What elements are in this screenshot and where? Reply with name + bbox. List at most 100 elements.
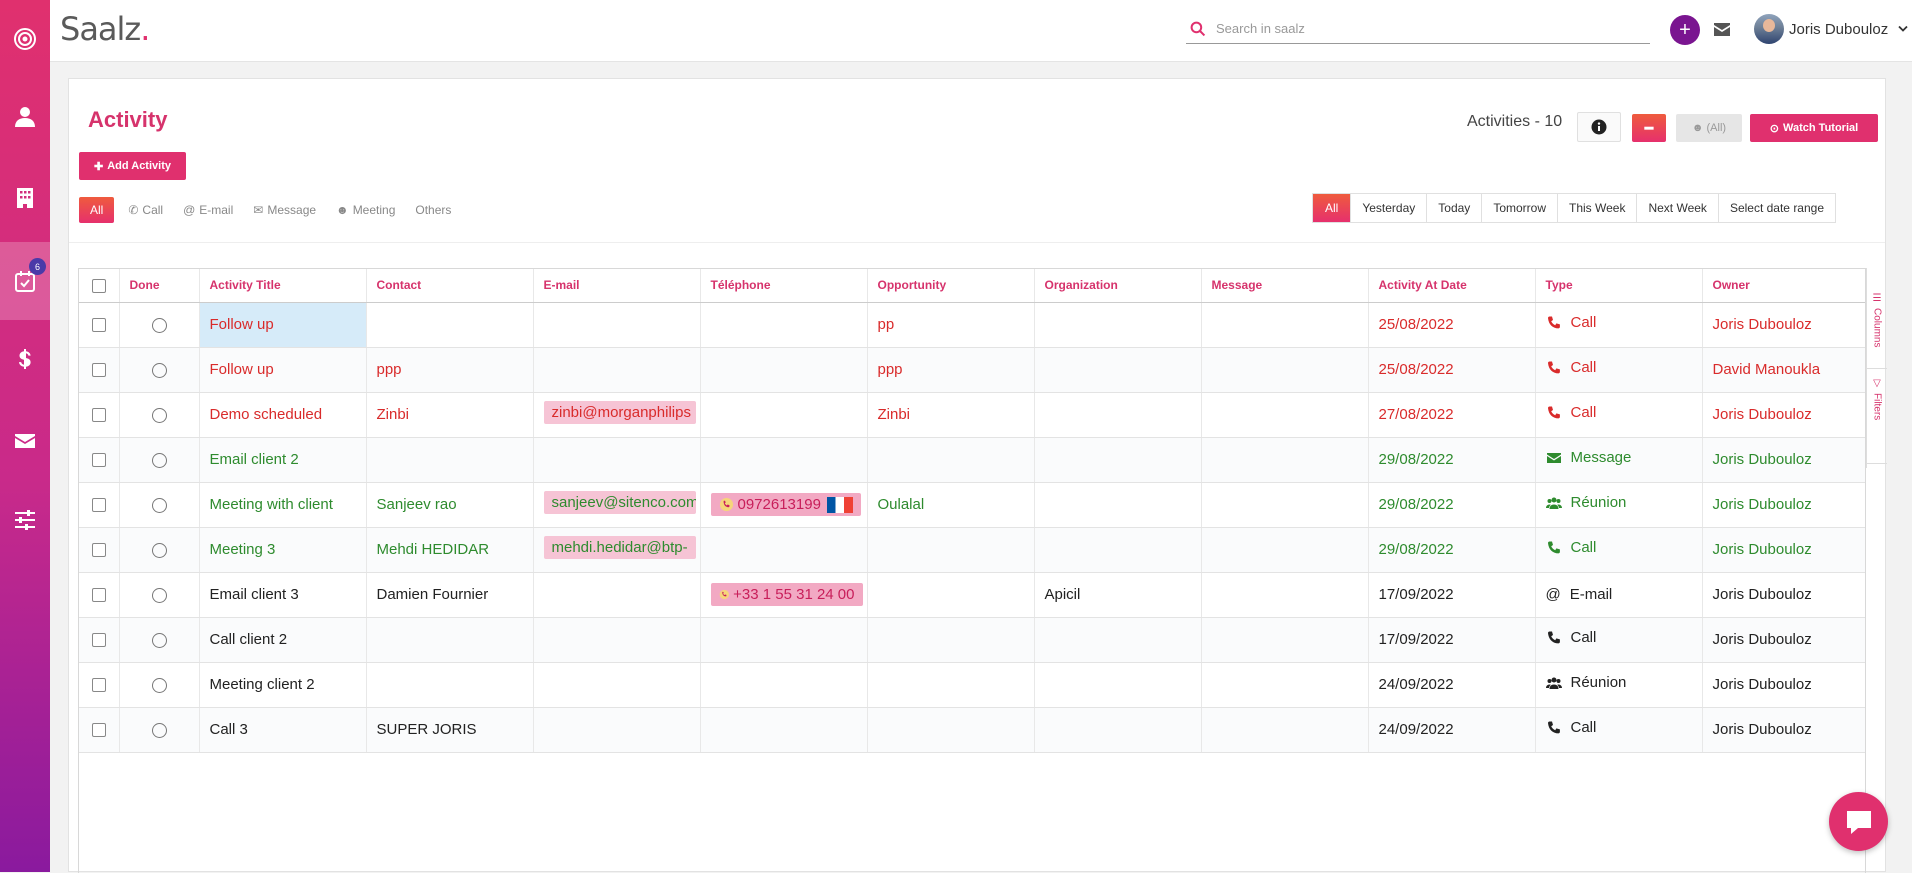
col-header-done[interactable]: Done [119, 269, 200, 303]
filters-tab[interactable]: ▽ Filters [1867, 378, 1887, 420]
opportunity-cell[interactable] [867, 662, 1035, 708]
sidebar-item-activities[interactable]: 6 [0, 242, 50, 320]
type-filter-all[interactable]: All [79, 197, 115, 223]
row-checkbox[interactable] [91, 363, 106, 378]
owner-cell[interactable]: Joris Dubouloz [1702, 572, 1865, 618]
contact-cell[interactable]: Zinbi [366, 392, 534, 438]
contact-cell[interactable]: SUPER JORIS [366, 707, 534, 753]
watch-tutorial-button[interactable]: ⊙ Watch Tutorial [1750, 114, 1878, 142]
col-header-opportunity[interactable]: Opportunity [867, 269, 1035, 303]
opportunity-cell[interactable] [867, 527, 1035, 573]
title-cell[interactable]: Meeting 3 [199, 527, 367, 573]
done-radio[interactable] [151, 542, 167, 558]
email-cell[interactable] [533, 572, 701, 618]
email-pill[interactable]: zinbi@morganphilips [543, 401, 696, 424]
phone-cell[interactable] [700, 347, 868, 393]
table-row[interactable]: Follow up ppp ppp 25/08/2022 Call David … [79, 347, 1865, 393]
organization-cell[interactable] [1034, 707, 1202, 753]
sidebar-item-settings[interactable] [0, 481, 50, 559]
organization-cell[interactable] [1034, 392, 1202, 438]
done-radio[interactable] [151, 362, 167, 378]
phone-cell[interactable] [700, 527, 868, 573]
title-cell[interactable]: Follow up [199, 302, 367, 348]
title-cell[interactable]: Meeting client 2 [199, 662, 367, 708]
done-radio[interactable] [151, 407, 167, 423]
phone-pill[interactable]: +33 1 55 31 24 00 [710, 583, 863, 606]
phone-cell[interactable] [700, 617, 868, 663]
row-checkbox[interactable] [91, 678, 106, 693]
app-logo[interactable]: Saalz. [60, 10, 150, 48]
phone-cell[interactable] [700, 437, 868, 483]
sidebar-item-deals[interactable] [0, 320, 50, 398]
phone-cell[interactable] [700, 662, 868, 708]
table-row[interactable]: Meeting client 2 24/09/2022 Réunion Jori… [79, 662, 1865, 708]
opportunity-cell[interactable] [867, 707, 1035, 753]
contact-cell[interactable]: Sanjeev rao [366, 482, 534, 528]
row-checkbox[interactable] [91, 723, 106, 738]
chevron-down-icon[interactable] [1898, 25, 1908, 33]
date-filter-this-week[interactable]: This Week [1557, 194, 1636, 222]
row-checkbox[interactable] [91, 453, 106, 468]
contact-cell[interactable]: ppp [366, 347, 534, 393]
organization-cell[interactable]: Apicil [1034, 572, 1202, 618]
date-filter-range[interactable]: Select date range [1717, 194, 1835, 222]
organization-cell[interactable] [1034, 482, 1202, 528]
contact-cell[interactable] [366, 662, 534, 708]
table-row[interactable]: Meeting with client Sanjeev rao sanjeev@… [79, 482, 1865, 528]
type-filter-others[interactable]: Others [405, 197, 461, 223]
done-radio[interactable] [151, 497, 167, 513]
title-cell[interactable]: Demo scheduled [199, 392, 367, 438]
chat-button[interactable] [1829, 792, 1888, 851]
done-radio[interactable] [151, 677, 167, 693]
type-filter-email[interactable]: @ E-mail [173, 197, 243, 223]
col-header-contact[interactable]: Contact [366, 269, 534, 303]
opportunity-cell[interactable]: ppp [867, 347, 1035, 393]
owner-filter-button[interactable]: ☻ (All) [1676, 114, 1742, 142]
phone-cell[interactable] [700, 707, 868, 753]
col-header-email[interactable]: E-mail [533, 269, 701, 303]
organization-cell[interactable] [1034, 347, 1202, 393]
col-header-phone[interactable]: Téléphone [700, 269, 868, 303]
row-checkbox[interactable] [91, 588, 106, 603]
email-cell[interactable]: mehdi.hedidar@btp- [533, 527, 701, 573]
title-cell[interactable]: Call client 2 [199, 617, 367, 663]
row-checkbox[interactable] [91, 633, 106, 648]
col-header-date[interactable]: Activity At Date [1368, 269, 1536, 303]
opportunity-cell[interactable] [867, 617, 1035, 663]
email-cell[interactable]: zinbi@morganphilips [533, 392, 701, 438]
phone-cell[interactable]: +33 1 55 31 24 00 [700, 572, 868, 618]
organization-cell[interactable] [1034, 302, 1202, 348]
done-radio[interactable] [151, 587, 167, 603]
col-header-type[interactable]: Type [1535, 269, 1703, 303]
opportunity-cell[interactable]: Zinbi [867, 392, 1035, 438]
title-cell[interactable]: Call 3 [199, 707, 367, 753]
owner-cell[interactable]: Joris Dubouloz [1702, 527, 1865, 573]
phone-pill[interactable]: 0972613199 [710, 493, 861, 516]
row-checkbox[interactable] [91, 408, 106, 423]
owner-cell[interactable]: Joris Dubouloz [1702, 392, 1865, 438]
opportunity-cell[interactable]: Oulalal [867, 482, 1035, 528]
col-header-organization[interactable]: Organization [1034, 269, 1202, 303]
contact-cell[interactable] [366, 302, 534, 348]
owner-cell[interactable]: Joris Dubouloz [1702, 437, 1865, 483]
email-cell[interactable] [533, 707, 701, 753]
email-pill[interactable]: mehdi.hedidar@btp- [543, 536, 696, 559]
done-radio[interactable] [151, 722, 167, 738]
type-filter-call[interactable]: ✆ Call [118, 197, 173, 223]
type-filter-message[interactable]: ✉ Message [243, 197, 326, 223]
col-header-title[interactable]: Activity Title [199, 269, 367, 303]
table-row[interactable]: Email client 2 29/08/2022 Message Joris … [79, 437, 1865, 483]
title-cell[interactable]: Email client 3 [199, 572, 367, 618]
phone-cell[interactable]: 0972613199 [700, 482, 868, 528]
email-cell[interactable]: sanjeev@sitenco.com [533, 482, 701, 528]
phone-cell[interactable] [700, 392, 868, 438]
date-filter-yesterday[interactable]: Yesterday [1350, 194, 1426, 222]
contact-cell[interactable] [366, 617, 534, 663]
email-cell[interactable] [533, 662, 701, 708]
row-checkbox[interactable] [91, 498, 106, 513]
info-button[interactable] [1577, 112, 1621, 142]
add-activity-button[interactable]: ✚ Add Activity [79, 152, 186, 180]
select-all-checkbox[interactable] [91, 278, 106, 293]
type-filter-meeting[interactable]: ☻ Meeting [326, 197, 405, 223]
date-filter-all[interactable]: All [1313, 194, 1351, 222]
